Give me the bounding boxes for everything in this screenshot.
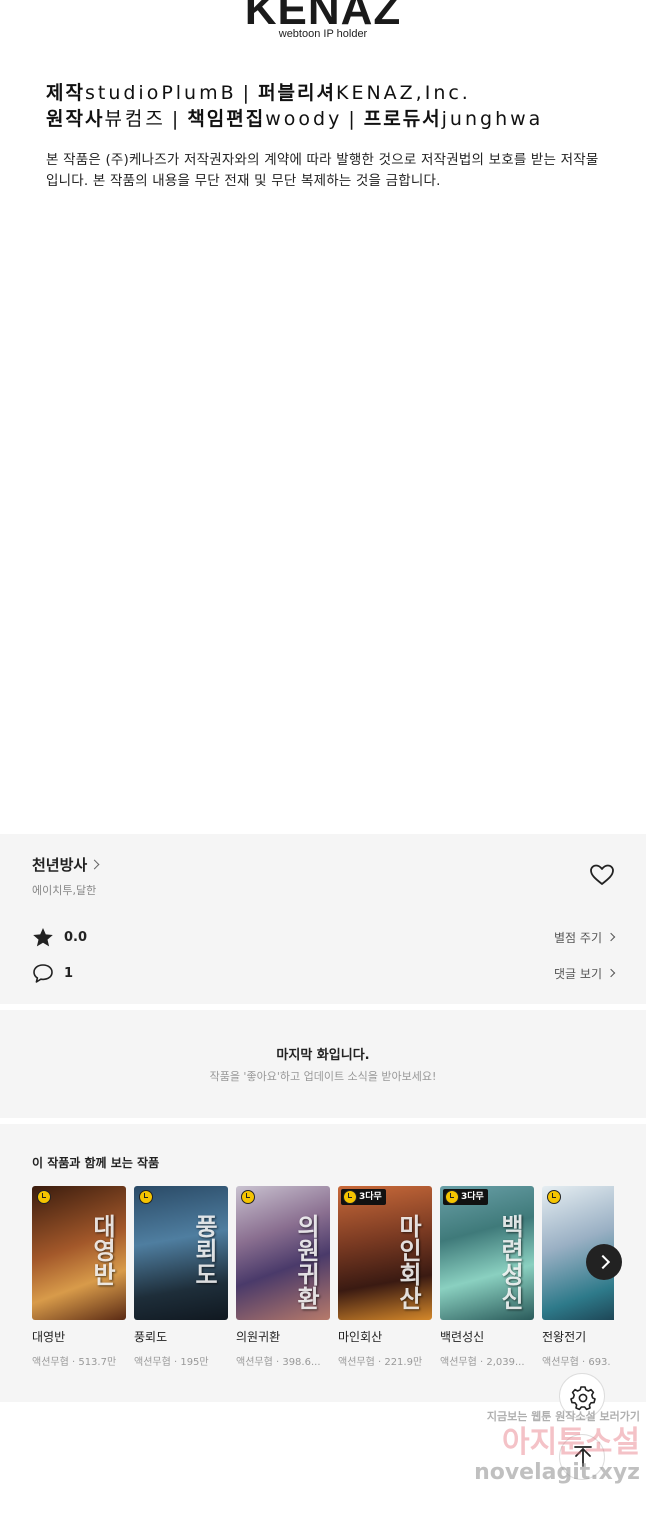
recommendation-title[interactable]: 백련성신 [440, 1328, 534, 1345]
credit-key-editor: 책임편집 [187, 108, 266, 130]
credit-key-publisher: 퍼블리셔 [258, 82, 336, 104]
credit-separator: | [242, 82, 253, 104]
recommendation-thumbnail[interactable]: 3다무 마인회산 [338, 1186, 432, 1320]
clock-icon [139, 1190, 153, 1204]
copyright-notice: 본 작품은 (주)케나즈가 저작권자와의 계약에 따라 발행한 것으로 저작권법… [46, 152, 599, 189]
recommendation-meta: 액션무협 · 2,039... [440, 1357, 525, 1368]
recommendation-title[interactable]: 대영반 [32, 1328, 126, 1345]
recommendation-thumbnail[interactable]: 의원귀환 [236, 1186, 330, 1320]
view-comments-label[interactable]: 댓글 보기 [554, 965, 602, 982]
view-comments-button[interactable]: 댓글 보기 [554, 965, 616, 982]
recommendation-card[interactable]: 대영반 대영반 액션무협 · 513.7만 [32, 1186, 126, 1368]
comment-count: 1 [64, 965, 74, 981]
credit-key-production: 제작 [46, 82, 85, 104]
site-watermark: 지금보는 웹툰 원작소설 보러가기 아지툰소설 novelagit.xyz [430, 1408, 640, 1486]
recommendation-card[interactable]: 풍뢰도 풍뢰도 액션무협 · 195만 [134, 1186, 228, 1368]
credit-key-original: 원작사 [46, 108, 105, 130]
credit-separator: | [171, 108, 182, 130]
settings-button[interactable] [559, 1373, 605, 1419]
credit-value-publisher: KENAZ,Inc. [335, 82, 471, 104]
scroll-top-button[interactable] [559, 1434, 605, 1480]
series-title-link[interactable]: 천년방사 [32, 854, 100, 875]
star-icon [33, 927, 53, 946]
clock-icon [547, 1190, 561, 1204]
logo-tagline: webtoon IP holder [278, 28, 368, 40]
rate-button-label[interactable]: 별점 주기 [554, 929, 602, 946]
carousel-next-button[interactable] [586, 1244, 622, 1280]
comments-row: 1 댓글 보기 [32, 962, 616, 984]
watermark-line3: novelagit.xyz [474, 1460, 640, 1485]
heart-icon[interactable] [589, 863, 615, 887]
recommendation-meta: 액션무협 · 693. [542, 1357, 611, 1368]
thumbnail-title-art: 대영반 [88, 1214, 117, 1286]
recommendation-title[interactable]: 의원귀환 [236, 1328, 330, 1345]
credit-value-original: 뷰컴즈 [104, 108, 166, 130]
recommendation-meta: 액션무협 · 221.9만 [338, 1357, 423, 1368]
recommendation-title[interactable]: 풍뢰도 [134, 1328, 228, 1345]
recommendation-title[interactable]: 전왕전기 [542, 1328, 614, 1345]
recommendation-title[interactable]: 마인회산 [338, 1328, 432, 1345]
clock-icon [37, 1190, 51, 1204]
series-authors: 에이치투,달한 [32, 884, 97, 897]
credit-line-original: 원작사뷰컴즈 | 책임편집woody | 프로듀서junghwa [46, 104, 606, 131]
credit-key-producer: 프로듀서 [363, 108, 442, 130]
kenaz-logo: KENAZ webtoon IP holder [0, 0, 646, 40]
recommendation-thumbnail[interactable]: 대영반 [32, 1186, 126, 1320]
series-info-panel: 천년방사 에이치투,달한 0.0 별점 주기 1 댓글 보기 [0, 834, 646, 1004]
recommendation-meta: 액션무협 · 513.7만 [32, 1357, 117, 1368]
recommendation-thumbnail[interactable]: 풍뢰도 [134, 1186, 228, 1320]
thumbnail-title-art: 백련성신 [496, 1214, 525, 1310]
recommendation-meta: 액션무협 · 398.6... [236, 1357, 321, 1368]
last-episode-subtitle: 작품을 '좋아요'하고 업데이트 소식을 받아보세요! [209, 1070, 437, 1083]
clock-icon [241, 1190, 255, 1204]
rating-row: 0.0 별점 주기 [32, 926, 616, 948]
recommendation-meta: 액션무협 · 195만 [134, 1357, 209, 1368]
gear-icon [570, 1386, 596, 1411]
comment-icon [33, 963, 53, 983]
arrow-up-icon [574, 1446, 592, 1467]
thumbnail-title-art: 풍뢰도 [190, 1214, 219, 1286]
chevron-right-icon [606, 932, 616, 942]
credit-value-editor: woody [265, 108, 343, 130]
thumbnail-title-art: 마인회산 [394, 1214, 423, 1310]
credits-image: KENAZ webtoon IP holder 제작studioPlumB | 퍼블… [0, 0, 646, 834]
clock-icon [445, 1190, 459, 1204]
credit-line-production: 제작studioPlumB | 퍼블리셔KENAZ,Inc. [46, 78, 606, 105]
watermark-line2: 아지툰소설 [502, 1425, 640, 1460]
recommendation-card[interactable]: 의원귀환 의원귀환 액션무협 · 398.6... [236, 1186, 330, 1368]
recommendations-panel: 이 작품과 함께 보는 작품 대영반 대영반 액션무협 · 513.7만 풍뢰도… [0, 1124, 646, 1402]
recommendation-thumbnail[interactable]: 3다무 백련성신 [440, 1186, 534, 1320]
thumbnail-title-art: 의원귀환 [292, 1214, 321, 1310]
watermark-line1: 지금보는 웹툰 원작소설 보러가기 [486, 1410, 640, 1423]
recommendation-card[interactable]: 3다무 백련성신 백련성신 액션무협 · 2,039... [440, 1186, 534, 1368]
rate-button[interactable]: 별점 주기 [554, 929, 616, 946]
recommendation-carousel: 대영반 대영반 액션무협 · 513.7만 풍뢰도 풍뢰도 액션무협 · 195… [32, 1186, 614, 1396]
rating-value: 0.0 [64, 929, 88, 945]
clock-icon [343, 1190, 357, 1204]
chevron-right-icon [89, 859, 100, 870]
credit-separator: | [348, 108, 358, 130]
recommendations-heading: 이 작품과 함께 보는 작품 [32, 1156, 160, 1170]
last-episode-panel: 마지막 화입니다. 작품을 '좋아요'하고 업데이트 소식을 받아보세요! [0, 1010, 646, 1118]
last-episode-title: 마지막 화입니다. [276, 1048, 370, 1063]
credit-value-producer: junghwa [441, 108, 544, 130]
chevron-right-icon [606, 968, 616, 978]
recommendation-card[interactable]: 3다무 마인회산 마인회산 액션무협 · 221.9만 [338, 1186, 432, 1368]
series-title[interactable]: 천년방사 [32, 854, 87, 875]
credit-value-production: studioPlumB [84, 82, 237, 104]
